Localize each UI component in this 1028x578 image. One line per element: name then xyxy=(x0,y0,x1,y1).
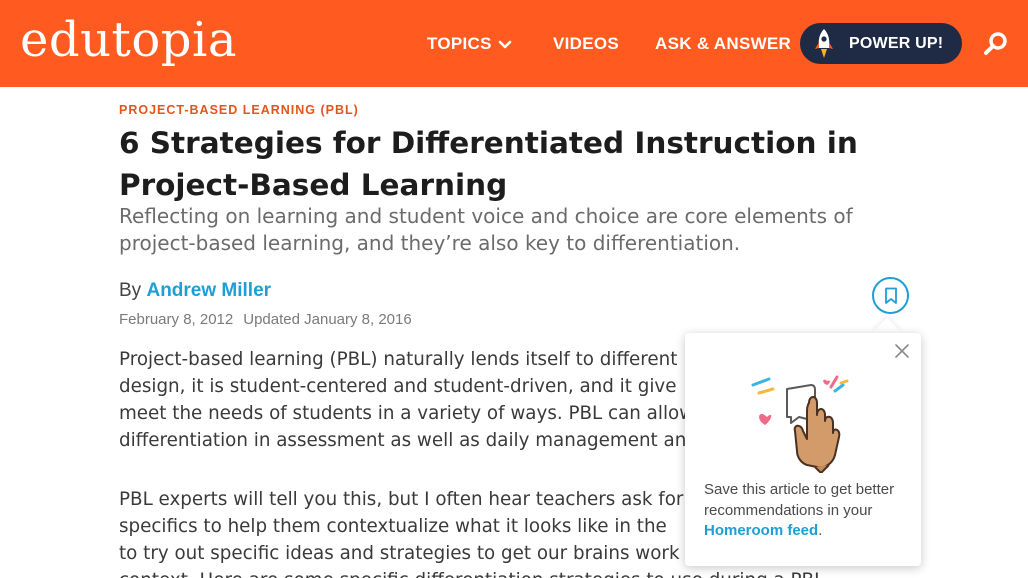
nav-topics-label: TOPICS xyxy=(427,34,492,53)
article-subtitle: Reflecting on learning and student voice… xyxy=(119,204,853,255)
homeroom-feed-link[interactable]: Homeroom feed xyxy=(704,522,818,539)
nav-videos[interactable]: VIDEOS xyxy=(553,30,619,58)
bookmark-icon xyxy=(885,287,897,304)
nav-topics[interactable]: TOPICS xyxy=(427,30,512,59)
save-hand-illustration xyxy=(751,373,855,475)
bookmark-button[interactable] xyxy=(872,277,909,314)
article-dates: February 8, 2012 Updated January 8, 2016 xyxy=(119,310,412,330)
save-article-popover: Save this article to get better recommen… xyxy=(685,333,921,566)
article-title: 6 Strategies for Differentiated Instruct… xyxy=(119,126,858,202)
save-message-text: Save this article to get better recommen… xyxy=(704,481,895,519)
power-up-button[interactable]: POWER UP! xyxy=(800,23,962,64)
published-date: February 8, 2012 xyxy=(119,311,234,328)
byline: By Andrew Miller xyxy=(119,279,271,303)
close-icon[interactable] xyxy=(894,343,910,359)
edutopia-logo[interactable]: edutopia xyxy=(20,10,237,70)
article-category[interactable]: PROJECT-BASED LEARNING (PBL) xyxy=(119,102,359,118)
chevron-down-icon xyxy=(498,31,512,59)
site-header: edutopia TOPICS VIDEOS ASK & ANSWER POWE… xyxy=(0,0,1028,87)
save-message-suffix: . xyxy=(818,522,823,539)
save-article-message: Save this article to get better recommen… xyxy=(704,480,909,542)
nav-ask-and-answer[interactable]: ASK & ANSWER xyxy=(655,30,791,58)
rocket-icon xyxy=(812,28,836,59)
byline-prefix: By xyxy=(119,280,142,301)
paragraph-line: context. Here are some specific differen… xyxy=(119,567,879,578)
author-link[interactable]: Andrew Miller xyxy=(146,280,271,301)
search-icon[interactable] xyxy=(983,31,1009,57)
power-up-label: POWER UP! xyxy=(849,35,944,52)
updated-date: Updated January 8, 2016 xyxy=(243,311,412,328)
